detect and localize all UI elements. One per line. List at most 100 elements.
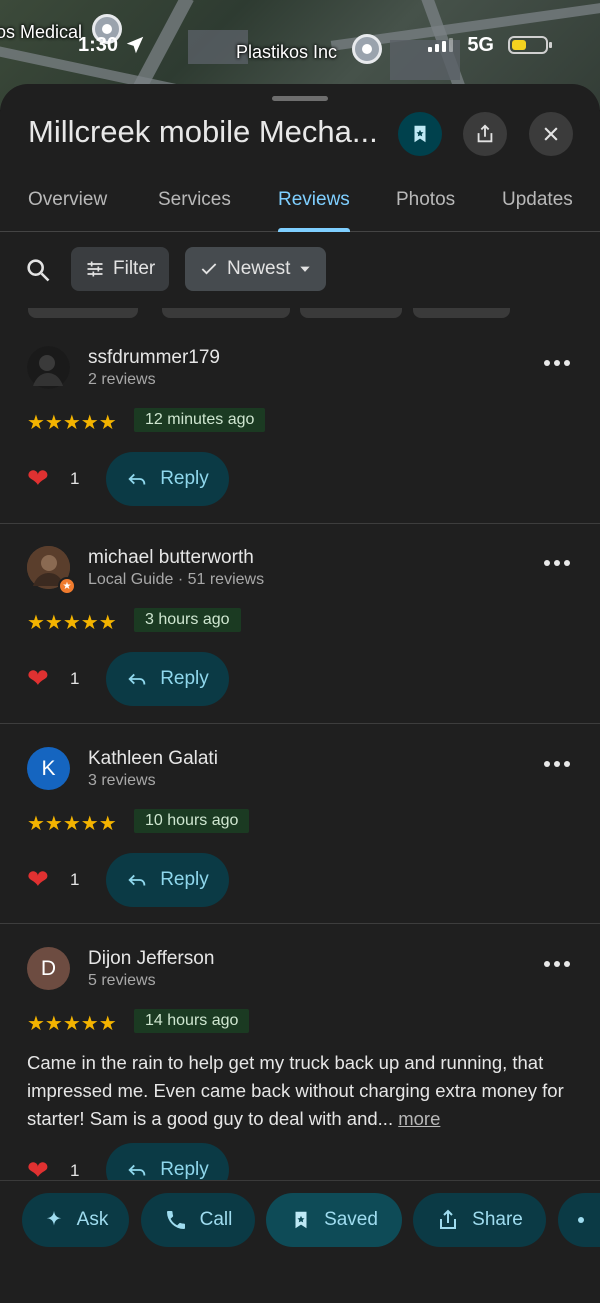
check-icon	[201, 263, 217, 275]
star-rating: ★★★★★	[27, 412, 117, 434]
tab-overview[interactable]: Overview	[28, 184, 107, 232]
battery-icon	[508, 36, 552, 54]
review-options-icon[interactable]	[544, 761, 570, 767]
status-time-text: 1:30	[78, 33, 119, 56]
network-label: 5G	[467, 33, 494, 56]
reviewer-name[interactable]: Kathleen Galati	[88, 748, 218, 770]
location-arrow-icon	[126, 36, 144, 54]
review-options-icon[interactable]	[544, 961, 570, 967]
map-label-plastikos[interactable]: Plastikos Inc	[236, 42, 337, 63]
share-button[interactable]	[463, 112, 507, 156]
review-body: Came in the rain to help get my truck ba…	[27, 1052, 564, 1129]
review-divider	[0, 923, 600, 924]
call-label: Call	[199, 1209, 233, 1230]
topic-chip[interactable]	[162, 308, 290, 318]
action-bar: Ask Call Saved Share	[0, 1180, 600, 1303]
reply-button[interactable]: Reply	[106, 652, 229, 706]
place-title: Millcreek mobile Mecha...	[28, 114, 378, 149]
bookmark-icon	[414, 125, 426, 143]
more-dot	[578, 1217, 584, 1223]
reply-button[interactable]: Reply	[106, 452, 229, 506]
review-options-icon[interactable]	[544, 360, 570, 366]
sparkle-icon	[46, 1210, 61, 1226]
saved-button[interactable]: Saved	[266, 1193, 402, 1247]
star-rating: ★★★★★	[27, 1013, 117, 1035]
heart-icon[interactable]: ❤	[27, 864, 49, 895]
reply-label: Reply	[160, 1159, 209, 1180]
topic-chip[interactable]	[300, 308, 402, 318]
reply-button[interactable]: Reply	[106, 853, 229, 907]
filter-sliders-icon	[87, 261, 103, 277]
reply-arrow-icon	[128, 673, 146, 685]
saved-label: Saved	[324, 1209, 378, 1230]
like-count: 1	[70, 1161, 80, 1180]
avatar[interactable]: K	[27, 747, 70, 790]
sort-newest-button[interactable]: Newest	[185, 247, 327, 291]
reply-arrow-icon	[128, 874, 146, 886]
save-place-button[interactable]	[398, 112, 442, 156]
topic-chip[interactable]	[413, 308, 510, 318]
filter-button[interactable]: Filter	[71, 247, 170, 291]
reviewer-name[interactable]: michael butterworth	[88, 547, 254, 569]
review-item: K Kathleen Galati 3 reviews ★★★★★ 10 hou…	[0, 747, 600, 923]
heart-icon[interactable]: ❤	[27, 663, 49, 694]
local-guide-badge-icon: ★	[58, 577, 76, 595]
call-button[interactable]: Call	[141, 1193, 255, 1247]
avatar-initial: D	[40, 956, 57, 980]
more-actions-button[interactable]	[558, 1193, 600, 1247]
avatar[interactable]	[27, 346, 70, 389]
ask-label: Ask	[76, 1209, 109, 1230]
reply-label: Reply	[160, 668, 209, 689]
battery-level	[512, 40, 527, 50]
tab-updates[interactable]: Updates	[502, 184, 573, 232]
tab-photos[interactable]: Photos	[396, 184, 455, 232]
signal-icon	[428, 38, 454, 52]
drag-handle[interactable]	[272, 96, 328, 101]
review-time-badge: 12 minutes ago	[134, 408, 266, 432]
reviewer-meta: 2 reviews	[88, 371, 156, 388]
close-icon	[544, 127, 558, 141]
tab-services[interactable]: Services	[158, 184, 231, 232]
map-label-medical[interactable]: os Medical	[0, 22, 82, 43]
like-count: 1	[70, 669, 80, 688]
reviewer-name[interactable]: ssfdrummer179	[88, 347, 220, 369]
review-text: Came in the rain to help get my truck ba…	[27, 1049, 572, 1133]
share-action-button[interactable]: Share	[413, 1193, 546, 1247]
reply-arrow-icon	[128, 473, 146, 485]
review-divider	[0, 723, 600, 724]
review-item: ssfdrummer179 2 reviews ★★★★★ 12 minutes…	[0, 346, 600, 522]
ask-button[interactable]: Ask	[22, 1193, 129, 1247]
like-count: 1	[70, 469, 80, 488]
review-item: ★ michael butterworth Local Guide · 51 r…	[0, 546, 600, 722]
profile-photo-icon	[27, 346, 70, 389]
heart-icon[interactable]: ❤	[27, 463, 49, 494]
filter-label: Filter	[113, 258, 156, 279]
reply-label: Reply	[160, 468, 209, 489]
bookmark-icon	[295, 1211, 307, 1229]
avatar[interactable]: D	[27, 947, 70, 990]
close-button[interactable]	[529, 112, 573, 156]
reviews-toolbar: Filter Newest	[0, 247, 600, 293]
reply-label: Reply	[160, 869, 209, 890]
status-indicators: 5G	[428, 30, 552, 60]
tab-bar: Overview Services Reviews Photos Updates	[0, 184, 600, 232]
read-more-link[interactable]: more	[398, 1108, 440, 1129]
star-rating: ★★★★★	[27, 612, 117, 634]
place-sheet: Millcreek mobile Mecha... Overview Servi…	[0, 84, 600, 1303]
dropdown-arrow-icon	[300, 266, 311, 272]
reviewer-meta: 5 reviews	[88, 972, 156, 989]
reviewer-name[interactable]: Dijon Jefferson	[88, 948, 214, 970]
status-time: 1:30	[78, 30, 146, 60]
reviewer-meta: 3 reviews	[88, 772, 156, 789]
review-time-badge: 3 hours ago	[134, 608, 241, 632]
review-options-icon[interactable]	[544, 560, 570, 566]
topic-chip[interactable]	[28, 308, 138, 318]
avatar[interactable]: ★	[27, 546, 76, 595]
share-label: Share	[472, 1209, 523, 1230]
review-time-badge: 10 hours ago	[134, 809, 250, 833]
tab-reviews[interactable]: Reviews	[278, 184, 350, 232]
map-pin-icon[interactable]	[352, 34, 382, 64]
review-divider	[0, 523, 600, 524]
like-count: 1	[70, 870, 80, 889]
search-icon[interactable]	[24, 256, 52, 284]
